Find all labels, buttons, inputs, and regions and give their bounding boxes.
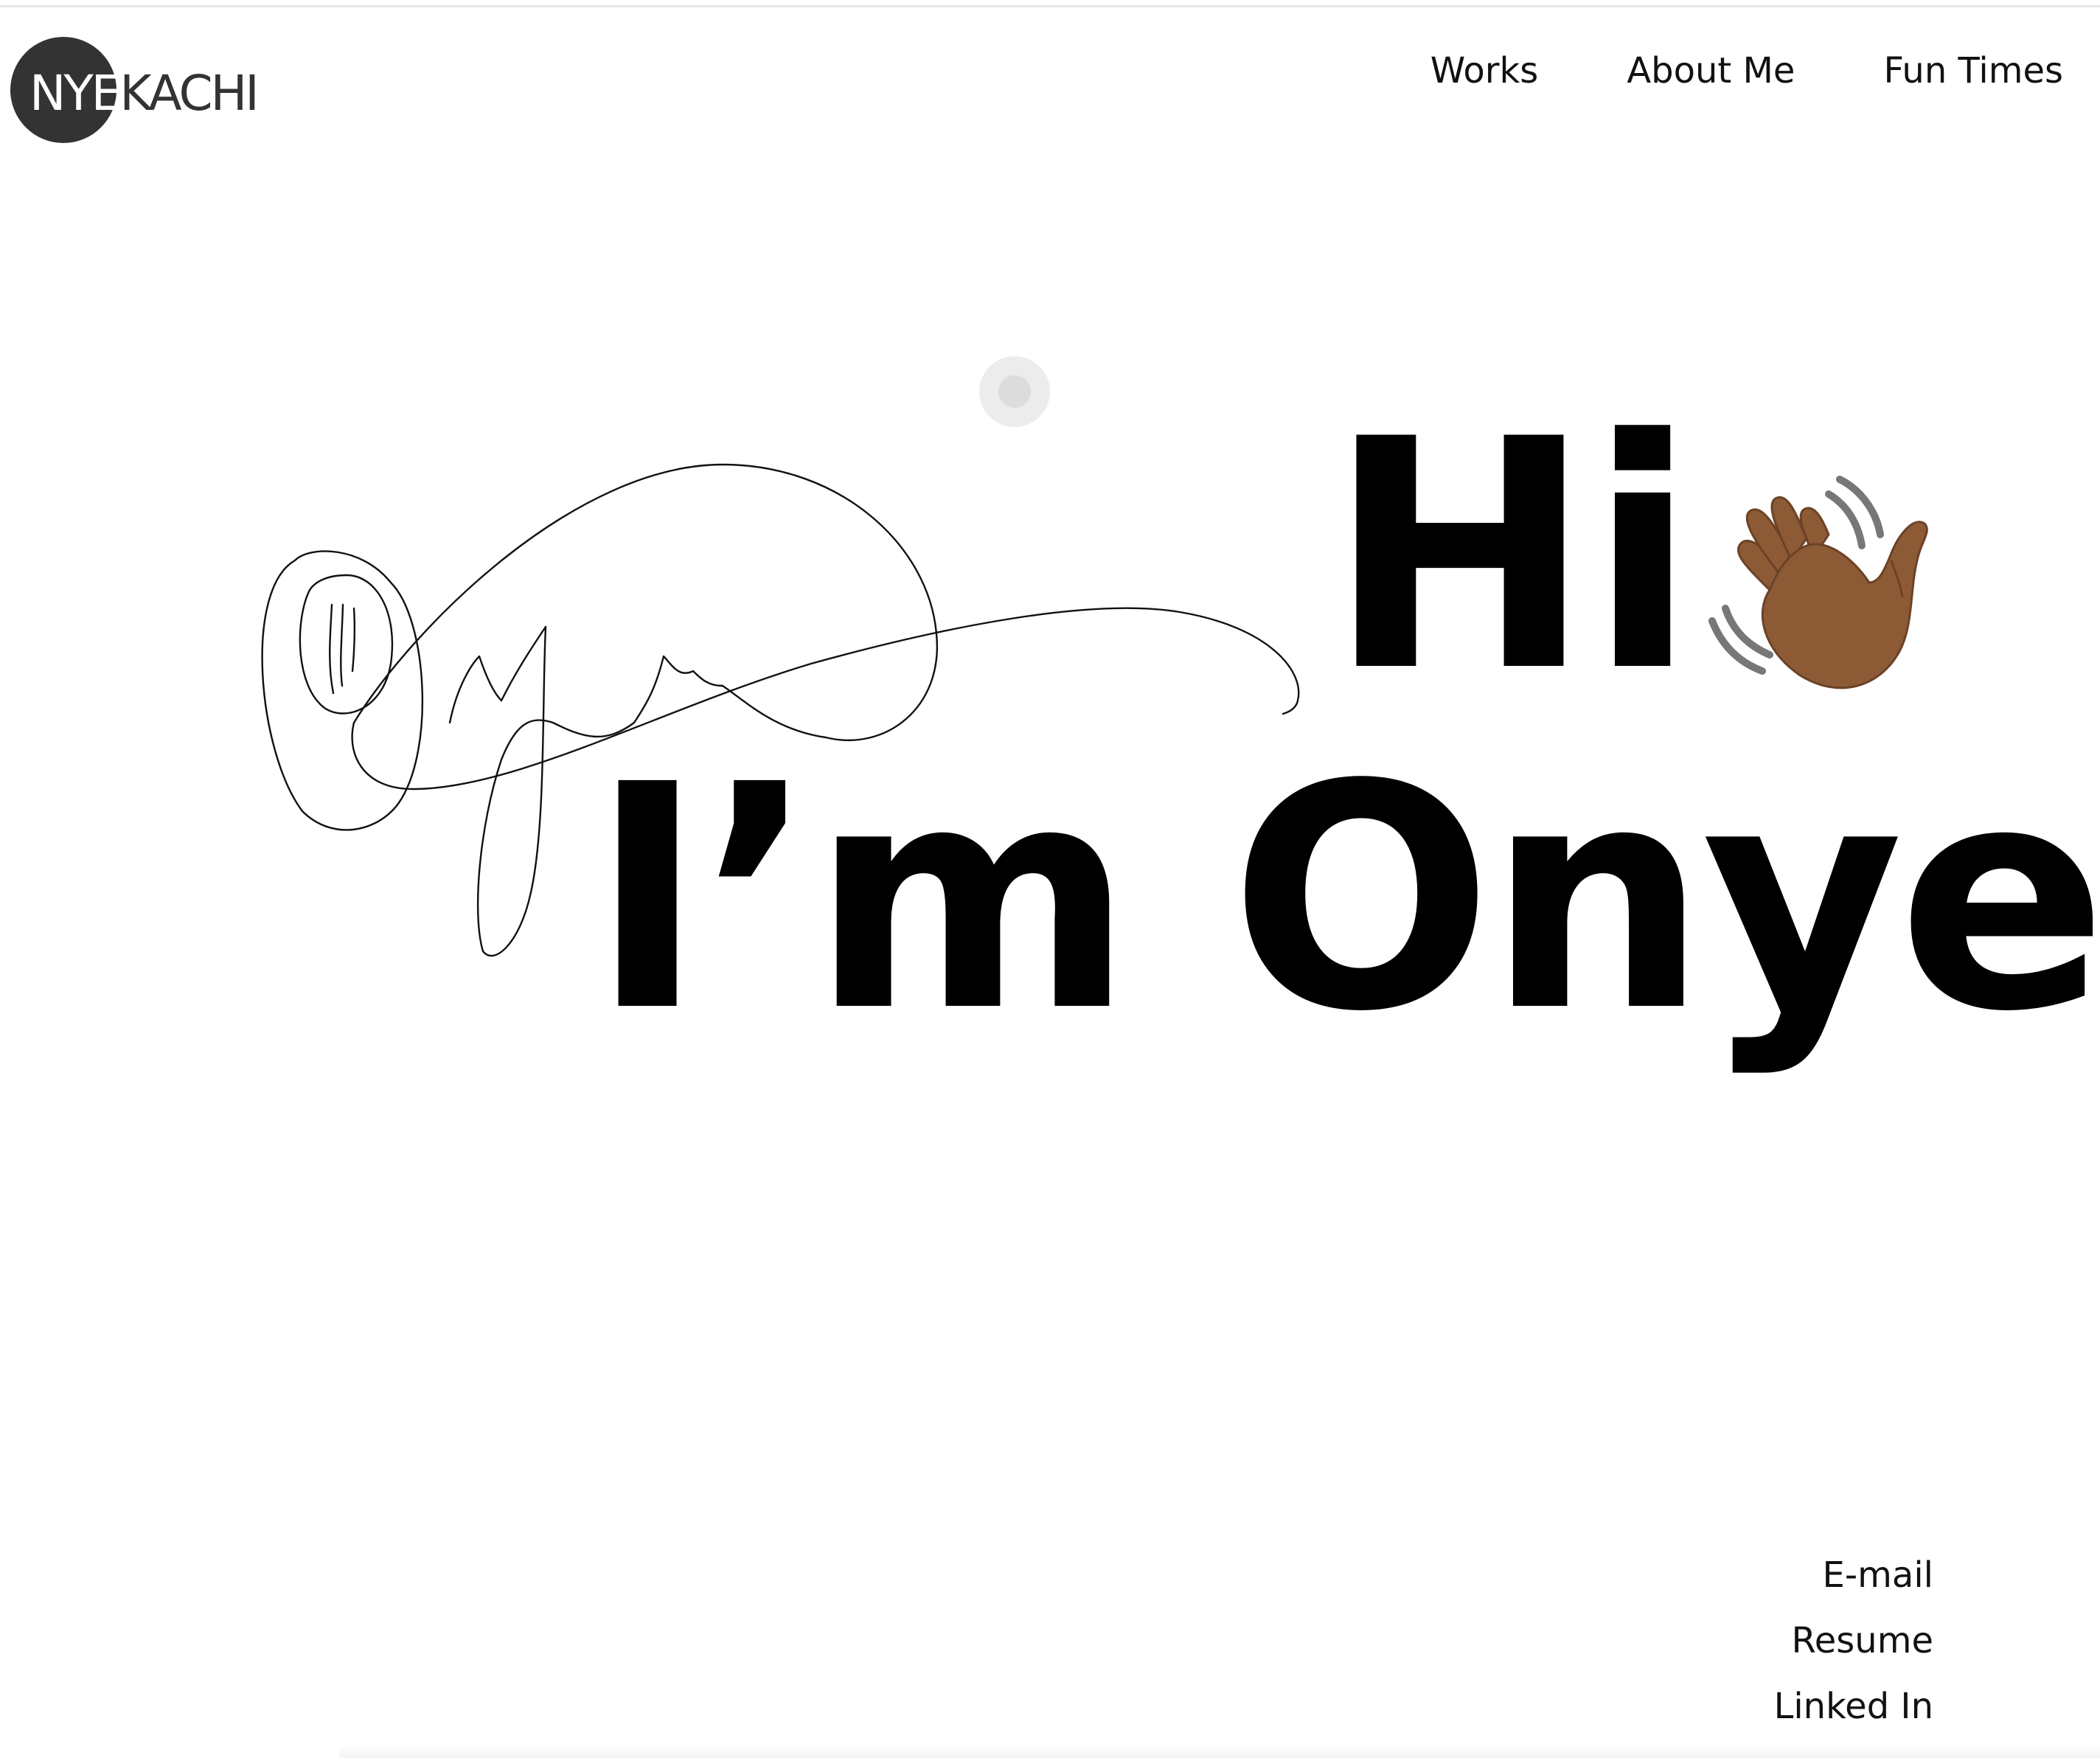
bottom-shadow: [339, 1743, 2100, 1758]
resume-link[interactable]: Resume: [1774, 1623, 1933, 1658]
cursor-indicator: [979, 356, 1050, 427]
top-border: [0, 0, 2100, 7]
logo-wordmark: NYEKACHI: [29, 69, 260, 118]
waving-hand-icon: [1708, 476, 1928, 689]
nav-link-about-me[interactable]: About Me: [1627, 53, 1795, 88]
linkedin-link[interactable]: Linked In: [1774, 1689, 1933, 1724]
nav-link-fun-times[interactable]: Fun Times: [1883, 53, 2063, 88]
main-nav: Works About Me Fun Times: [1430, 53, 2063, 88]
site-logo[interactable]: NYEKACHI: [10, 37, 305, 147]
logo-text-dark-2: CHI: [178, 65, 260, 122]
email-link[interactable]: E-mail: [1774, 1557, 1934, 1593]
logo-text-dark-1: KA: [119, 65, 181, 122]
nav-link-works[interactable]: Works: [1430, 53, 1539, 88]
contact-links: E-mail Resume Linked In: [1774, 1557, 1933, 1754]
logo-text-light: NYE: [29, 65, 122, 122]
hero-name: I’m Onye: [590, 719, 2100, 1080]
hero-greeting: Hi: [1327, 372, 1697, 741]
